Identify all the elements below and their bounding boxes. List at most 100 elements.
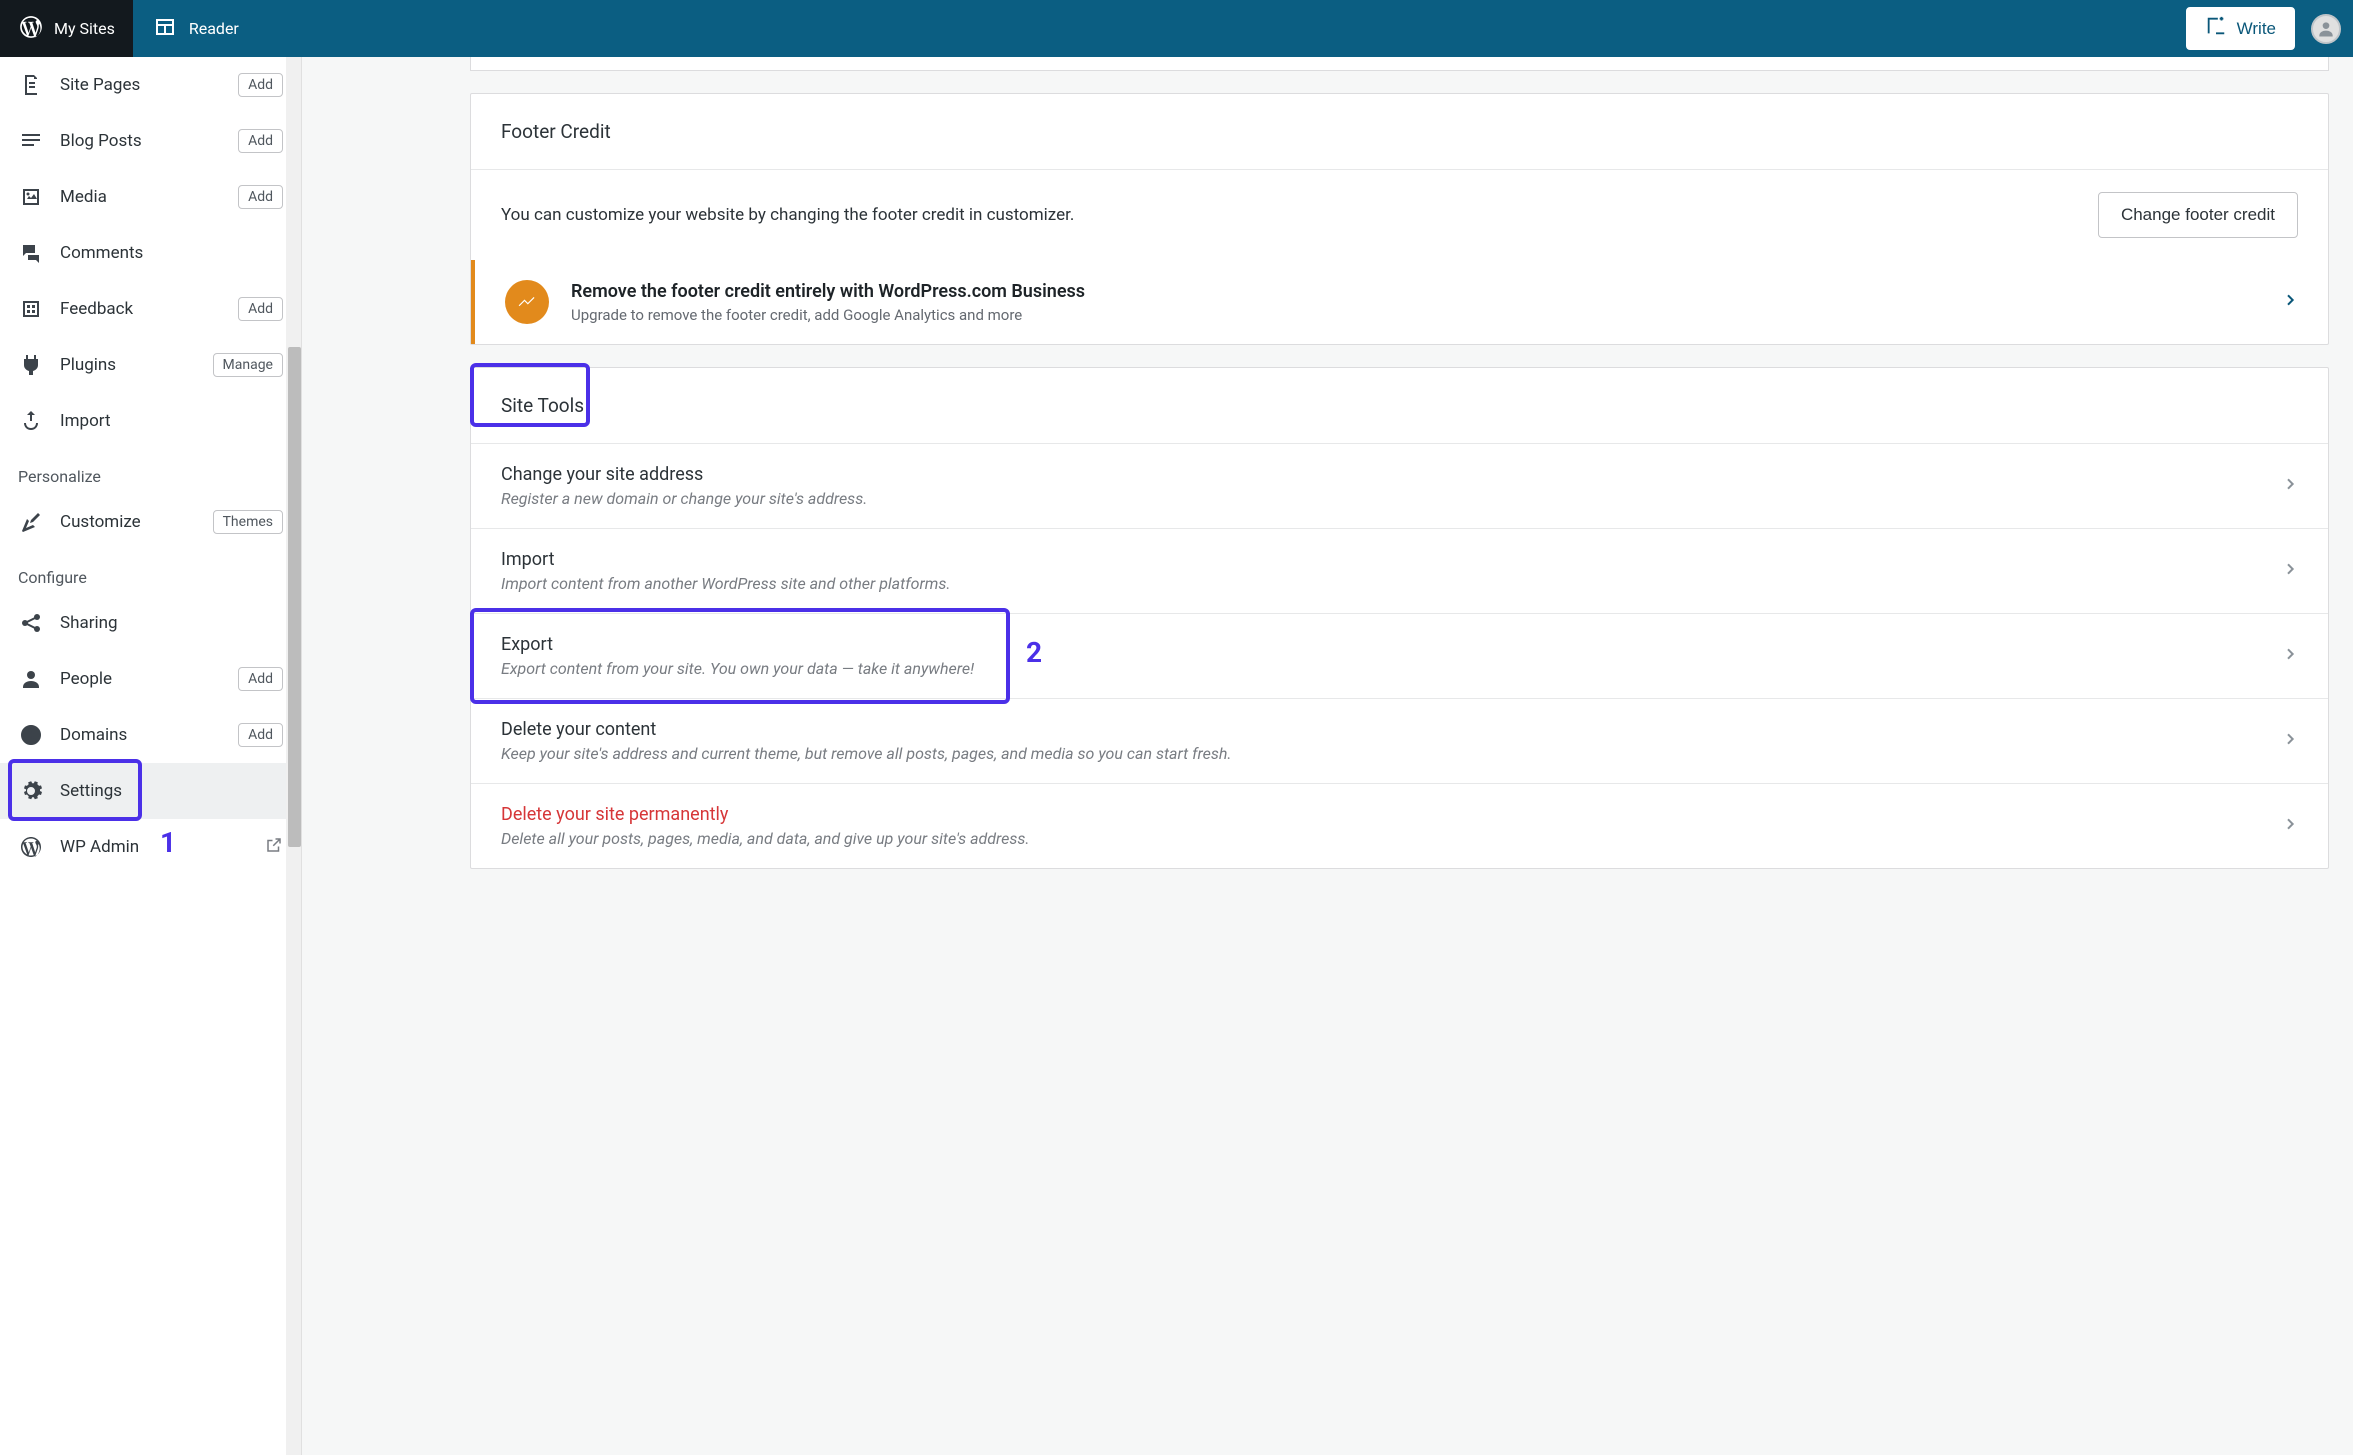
- sharing-icon: [18, 610, 44, 636]
- tool-export[interactable]: Export Export content from your site. Yo…: [471, 613, 2328, 698]
- chevron-right-icon: [2282, 816, 2298, 836]
- topbar-right: Write: [2186, 7, 2353, 50]
- upsell-subtitle: Upgrade to remove the footer credit, add…: [571, 306, 2260, 324]
- sidebar-item-label: Blog Posts: [60, 131, 222, 151]
- customize-icon: [18, 509, 44, 535]
- sidebar-item-media[interactable]: Media Add: [0, 169, 301, 225]
- sidebar-item-blog-posts[interactable]: Blog Posts Add: [0, 113, 301, 169]
- main-content: Footer Credit You can customize your web…: [302, 57, 2353, 1455]
- tool-subtitle: Delete all your posts, pages, media, and…: [501, 829, 2262, 848]
- tool-delete-site[interactable]: Delete your site permanently Delete all …: [471, 783, 2328, 868]
- add-pill[interactable]: Add: [238, 723, 283, 747]
- add-pill[interactable]: Add: [238, 667, 283, 691]
- plugins-icon: [18, 352, 44, 378]
- add-pill[interactable]: Add: [238, 297, 283, 321]
- footer-credit-text: You can customize your website by changi…: [501, 205, 2078, 225]
- tool-delete-content[interactable]: Delete your content Keep your site's add…: [471, 698, 2328, 783]
- my-sites-button[interactable]: My Sites: [0, 0, 133, 57]
- sidebar: Site Pages Add Blog Posts Add Media Add …: [0, 57, 302, 1455]
- tool-subtitle: Register a new domain or change your sit…: [501, 489, 2262, 508]
- footer-credit-header: Footer Credit: [471, 94, 2328, 170]
- sidebar-item-label: Settings: [60, 781, 283, 801]
- chevron-right-icon: [2282, 731, 2298, 751]
- tool-title: Delete your site permanently: [501, 804, 2262, 825]
- import-icon: [18, 408, 44, 434]
- layout: Site Pages Add Blog Posts Add Media Add …: [0, 57, 2353, 1455]
- user-avatar[interactable]: [2311, 14, 2341, 44]
- tool-subtitle: Import content from another WordPress si…: [501, 574, 2262, 593]
- sidebar-item-people[interactable]: People Add: [0, 651, 301, 707]
- upsell-badge-icon: [505, 280, 549, 324]
- write-icon: [2205, 15, 2227, 42]
- sidebar-item-feedback[interactable]: Feedback Add: [0, 281, 301, 337]
- upsell-text: Remove the footer credit entirely with W…: [571, 281, 2260, 324]
- sidebar-item-wp-admin[interactable]: WP Admin: [0, 819, 301, 875]
- wordpress-logo-icon: [18, 14, 44, 44]
- sidebar-item-label: Site Pages: [60, 75, 222, 95]
- wordpress-icon: [18, 834, 44, 860]
- footer-credit-card: Footer Credit You can customize your web…: [470, 93, 2329, 345]
- reader-icon: [153, 15, 177, 43]
- sidebar-item-domains[interactable]: Domains Add: [0, 707, 301, 763]
- add-pill[interactable]: Add: [238, 73, 283, 97]
- add-pill[interactable]: Add: [238, 185, 283, 209]
- sidebar-item-label: Sharing: [60, 613, 283, 633]
- tool-title: Change your site address: [501, 464, 2262, 485]
- sidebar-item-comments[interactable]: Comments: [0, 225, 301, 281]
- site-tools-card: Site Tools Change your site address Regi…: [470, 367, 2329, 869]
- chevron-right-icon: [2282, 476, 2298, 496]
- feedback-icon: [18, 296, 44, 322]
- sidebar-item-label: Customize: [60, 512, 197, 532]
- change-footer-credit-button[interactable]: Change footer credit: [2098, 192, 2298, 238]
- sidebar-scrollbar-track: [286, 57, 301, 1455]
- external-link-icon: [265, 836, 283, 859]
- people-icon: [18, 666, 44, 692]
- prev-card-peek: [470, 57, 2329, 71]
- sidebar-scrollbar-thumb[interactable]: [288, 347, 301, 847]
- chevron-right-icon: [2282, 292, 2298, 312]
- sidebar-item-label: Import: [60, 411, 283, 431]
- page-icon: [18, 72, 44, 98]
- sidebar-item-label: Comments: [60, 243, 283, 263]
- media-icon: [18, 184, 44, 210]
- manage-pill[interactable]: Manage: [213, 353, 283, 377]
- sidebar-item-label: Domains: [60, 725, 222, 745]
- tool-change-address[interactable]: Change your site address Register a new …: [471, 443, 2328, 528]
- themes-pill[interactable]: Themes: [213, 510, 283, 534]
- sidebar-item-plugins[interactable]: Plugins Manage: [0, 337, 301, 393]
- site-tools-header: Site Tools: [471, 368, 2328, 443]
- write-button[interactable]: Write: [2186, 7, 2295, 50]
- upsell-title: Remove the footer credit entirely with W…: [571, 281, 2260, 302]
- sidebar-item-label: Media: [60, 187, 222, 207]
- upsell-row[interactable]: Remove the footer credit entirely with W…: [471, 260, 2328, 344]
- write-label: Write: [2237, 19, 2276, 39]
- topbar-left: My Sites Reader: [0, 0, 259, 57]
- add-pill[interactable]: Add: [238, 129, 283, 153]
- sidebar-item-label: Feedback: [60, 299, 222, 319]
- configure-header: Configure: [0, 550, 301, 595]
- reader-label: Reader: [189, 19, 239, 38]
- tool-title: Import: [501, 549, 2262, 570]
- chevron-right-icon: [2282, 561, 2298, 581]
- tool-import[interactable]: Import Import content from another WordP…: [471, 528, 2328, 613]
- footer-credit-body: You can customize your website by changi…: [471, 170, 2328, 260]
- personalize-header: Personalize: [0, 449, 301, 494]
- gear-icon: [18, 778, 44, 804]
- sidebar-item-site-pages[interactable]: Site Pages Add: [0, 57, 301, 113]
- tool-subtitle: Keep your site's address and current the…: [501, 744, 2262, 763]
- tool-title: Delete your content: [501, 719, 2262, 740]
- sidebar-item-label: People: [60, 669, 222, 689]
- tool-title: Export: [501, 634, 2262, 655]
- comments-icon: [18, 240, 44, 266]
- sidebar-item-label: WP Admin: [60, 837, 249, 857]
- sidebar-item-sharing[interactable]: Sharing: [0, 595, 301, 651]
- sidebar-item-customize[interactable]: Customize Themes: [0, 494, 301, 550]
- my-sites-label: My Sites: [54, 19, 115, 38]
- sidebar-item-settings[interactable]: Settings: [0, 763, 301, 819]
- reader-button[interactable]: Reader: [133, 0, 259, 57]
- posts-icon: [18, 128, 44, 154]
- chevron-right-icon: [2282, 646, 2298, 666]
- tool-subtitle: Export content from your site. You own y…: [501, 659, 2262, 678]
- topbar: My Sites Reader Write: [0, 0, 2353, 57]
- sidebar-item-import[interactable]: Import: [0, 393, 301, 449]
